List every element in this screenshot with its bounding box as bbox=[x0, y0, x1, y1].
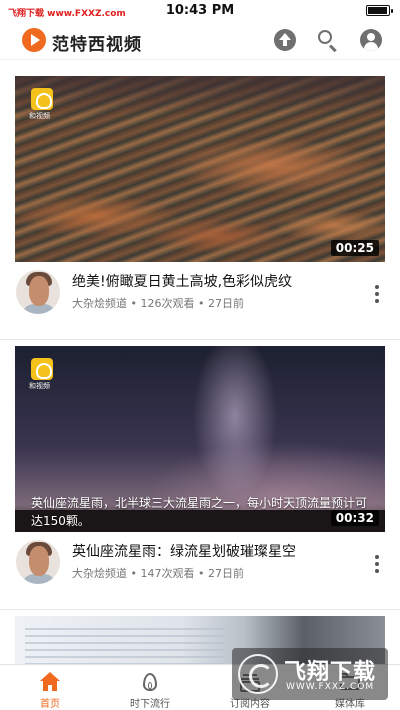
tab-label: 首页 bbox=[40, 699, 60, 710]
tab-home[interactable]: 首页 bbox=[0, 665, 100, 710]
watermark-url: WWW.FXXZ.COM bbox=[286, 682, 375, 692]
duration-badge: 00:25 bbox=[330, 240, 379, 256]
channel-logo-icon bbox=[31, 88, 53, 110]
search-button[interactable] bbox=[317, 29, 339, 53]
video-caption: 英仙座流星雨，北半球三大流星雨之一，每小时天顶流量预计可达150颗。 bbox=[31, 496, 368, 528]
channel-avatar[interactable] bbox=[16, 270, 60, 314]
app-header: 范特西视频 bbox=[0, 22, 400, 60]
watermark-logo-icon bbox=[238, 654, 278, 694]
more-options-icon[interactable] bbox=[374, 285, 380, 303]
video-card[interactable]: 和视频 英仙座流星雨，北半球三大流星雨之一，每小时天顶流量预计可达150颗。 0… bbox=[0, 346, 400, 601]
video-card[interactable]: 和视频 00:25 绝美!俯瞰夏日黄土高坡,色彩似虎纹 大杂烩频道 • 126次… bbox=[0, 76, 400, 331]
channel-avatar[interactable] bbox=[16, 540, 60, 584]
home-icon bbox=[40, 672, 60, 692]
channel-logo-icon bbox=[31, 358, 53, 380]
channel-badge: 和视频 bbox=[29, 88, 55, 120]
upload-button[interactable] bbox=[274, 29, 296, 51]
more-options-icon[interactable] bbox=[374, 555, 380, 573]
status-bar: 飞翔下载 www.FXXZ.com 10:43 PM bbox=[0, 0, 400, 22]
status-time: 10:43 PM bbox=[165, 3, 235, 18]
app-title: 范特西视频 bbox=[52, 35, 142, 55]
video-title[interactable]: 绝美!俯瞰夏日黄土高坡,色彩似虎纹 bbox=[72, 272, 362, 292]
upload-age: 27日前 bbox=[208, 567, 244, 580]
watermark-overlay: 飞翔下载 WWW.FXXZ.COM bbox=[232, 648, 388, 700]
view-count: 147次观看 bbox=[140, 567, 195, 580]
divider bbox=[0, 339, 400, 340]
account-button[interactable] bbox=[360, 29, 382, 51]
channel-name: 大杂烩频道 bbox=[72, 297, 127, 310]
app-screen: 飞翔下载 www.FXXZ.com 10:43 PM 范特西视频 和视频 00:… bbox=[0, 0, 400, 710]
video-feed[interactable]: 和视频 00:25 绝美!俯瞰夏日黄土高坡,色彩似虎纹 大杂烩频道 • 126次… bbox=[0, 61, 400, 664]
flame-icon bbox=[140, 672, 160, 692]
upload-age: 27日前 bbox=[208, 297, 244, 310]
channel-name: 大杂烩频道 bbox=[72, 567, 127, 580]
search-icon bbox=[318, 30, 332, 44]
logo-icon bbox=[22, 28, 46, 52]
battery-icon bbox=[366, 5, 393, 16]
divider bbox=[0, 609, 400, 610]
tab-trending[interactable]: 时下流行 bbox=[100, 665, 200, 710]
video-thumbnail[interactable]: 和视频 00:25 bbox=[15, 76, 385, 262]
video-title[interactable]: 英仙座流星雨：绿流星划破璀璨星空 bbox=[72, 542, 362, 562]
video-meta: 大杂烩频道 • 126次观看 • 27日前 bbox=[72, 297, 244, 310]
channel-badge: 和视频 bbox=[29, 358, 55, 390]
video-meta: 大杂烩频道 • 147次观看 • 27日前 bbox=[72, 567, 244, 580]
account-icon bbox=[360, 29, 382, 51]
duration-badge: 00:32 bbox=[330, 510, 379, 526]
tab-label: 时下流行 bbox=[130, 699, 170, 710]
video-thumbnail[interactable]: 和视频 英仙座流星雨，北半球三大流星雨之一，每小时天顶流量预计可达150颗。 0… bbox=[15, 346, 385, 532]
view-count: 126次观看 bbox=[140, 297, 195, 310]
